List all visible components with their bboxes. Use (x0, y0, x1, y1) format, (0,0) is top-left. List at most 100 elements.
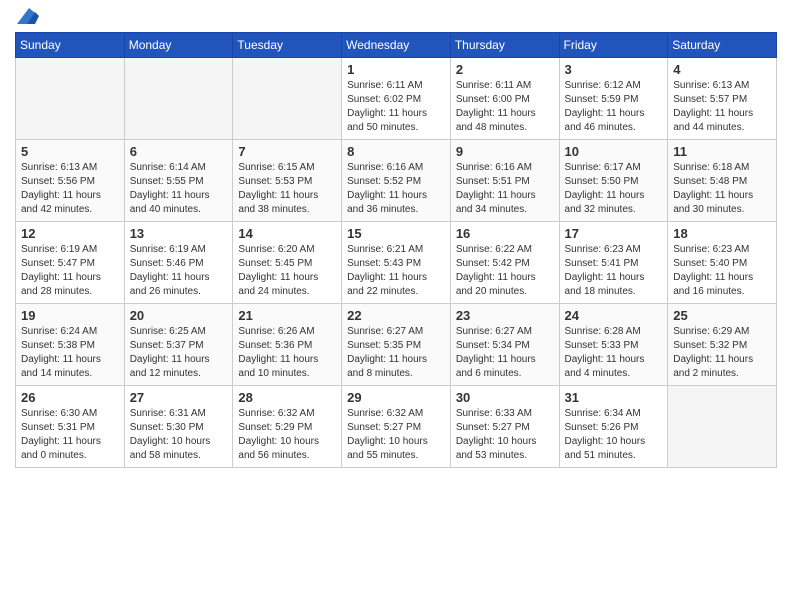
day-number: 14 (238, 226, 336, 241)
day-info: Sunrise: 6:33 AM Sunset: 5:27 PM Dayligh… (456, 407, 554, 463)
day-info: Sunrise: 6:24 AM Sunset: 5:38 PM Dayligh… (21, 325, 119, 381)
day-info: Sunrise: 6:14 AM Sunset: 5:55 PM Dayligh… (130, 161, 228, 217)
day-info: Sunrise: 6:11 AM Sunset: 6:02 PM Dayligh… (347, 79, 445, 135)
day-info: Sunrise: 6:23 AM Sunset: 5:40 PM Dayligh… (673, 243, 771, 299)
day-number: 6 (130, 144, 228, 159)
calendar-day-11: 11 Sunrise: 6:18 AM Sunset: 5:48 PM Dayli… (668, 140, 777, 222)
calendar-day-13: 13 Sunrise: 6:19 AM Sunset: 5:46 PM Dayli… (124, 222, 233, 304)
day-number: 18 (673, 226, 771, 241)
calendar-week-3: 12 Sunrise: 6:19 AM Sunset: 5:47 PM Dayli… (16, 222, 777, 304)
day-info: Sunrise: 6:11 AM Sunset: 6:00 PM Dayligh… (456, 79, 554, 135)
col-header-friday: Friday (559, 33, 668, 58)
day-info: Sunrise: 6:32 AM Sunset: 5:29 PM Dayligh… (238, 407, 336, 463)
day-number: 10 (565, 144, 663, 159)
page-container: SundayMondayTuesdayWednesdayThursdayFrid… (0, 0, 792, 478)
day-number: 13 (130, 226, 228, 241)
calendar-day-23: 23Sunrise: 6:27 AM Sunset: 5:34 PM Dayli… (450, 304, 559, 386)
calendar-empty (16, 58, 125, 140)
calendar-day-1: 1 Sunrise: 6:11 AM Sunset: 6:02 PM Daylig… (342, 58, 451, 140)
calendar-day-5: 5Sunrise: 6:13 AM Sunset: 5:56 PM Daylig… (16, 140, 125, 222)
calendar-header-row: SundayMondayTuesdayWednesdayThursdayFrid… (16, 33, 777, 58)
day-number: 16 (456, 226, 554, 241)
calendar-day-17: 17 Sunrise: 6:23 AM Sunset: 5:41 PM Dayli… (559, 222, 668, 304)
calendar-empty (668, 386, 777, 468)
day-number: 19 (21, 308, 119, 323)
day-info: Sunrise: 6:18 AM Sunset: 5:48 PM Dayligh… (673, 161, 771, 217)
calendar-day-7: 7 Sunrise: 6:15 AM Sunset: 5:53 PM Daylig… (233, 140, 342, 222)
calendar-table: SundayMondayTuesdayWednesdayThursdayFrid… (15, 32, 777, 468)
day-number: 23 (456, 308, 554, 323)
day-number: 8 (347, 144, 445, 159)
day-number: 17 (565, 226, 663, 241)
day-info: Sunrise: 6:13 AM Sunset: 5:57 PM Dayligh… (673, 79, 771, 135)
calendar-day-4: 4 Sunrise: 6:13 AM Sunset: 5:57 PM Daylig… (668, 58, 777, 140)
header (15, 10, 777, 24)
calendar-week-5: 26Sunrise: 6:30 AM Sunset: 5:31 PM Dayli… (16, 386, 777, 468)
day-info: Sunrise: 6:32 AM Sunset: 5:27 PM Dayligh… (347, 407, 445, 463)
calendar-day-27: 27Sunrise: 6:31 AM Sunset: 5:30 PM Dayli… (124, 386, 233, 468)
day-info: Sunrise: 6:26 AM Sunset: 5:36 PM Dayligh… (238, 325, 336, 381)
day-number: 7 (238, 144, 336, 159)
calendar-day-9: 9 Sunrise: 6:16 AM Sunset: 5:51 PM Daylig… (450, 140, 559, 222)
day-info: Sunrise: 6:19 AM Sunset: 5:47 PM Dayligh… (21, 243, 119, 299)
calendar-day-10: 10 Sunrise: 6:17 AM Sunset: 5:50 PM Dayli… (559, 140, 668, 222)
day-info: Sunrise: 6:16 AM Sunset: 5:52 PM Dayligh… (347, 161, 445, 217)
calendar-week-1: 1 Sunrise: 6:11 AM Sunset: 6:02 PM Daylig… (16, 58, 777, 140)
col-header-thursday: Thursday (450, 33, 559, 58)
day-number: 30 (456, 390, 554, 405)
day-info: Sunrise: 6:31 AM Sunset: 5:30 PM Dayligh… (130, 407, 228, 463)
day-number: 4 (673, 62, 771, 77)
calendar-day-25: 25 Sunrise: 6:29 AM Sunset: 5:32 PM Dayli… (668, 304, 777, 386)
calendar-day-14: 14 Sunrise: 6:20 AM Sunset: 5:45 PM Dayli… (233, 222, 342, 304)
day-number: 29 (347, 390, 445, 405)
day-info: Sunrise: 6:17 AM Sunset: 5:50 PM Dayligh… (565, 161, 663, 217)
calendar-day-15: 15 Sunrise: 6:21 AM Sunset: 5:43 PM Dayli… (342, 222, 451, 304)
calendar-day-20: 20 Sunrise: 6:25 AM Sunset: 5:37 PM Dayli… (124, 304, 233, 386)
day-info: Sunrise: 6:13 AM Sunset: 5:56 PM Dayligh… (21, 161, 119, 217)
calendar-day-30: 30 Sunrise: 6:33 AM Sunset: 5:27 PM Dayli… (450, 386, 559, 468)
day-number: 9 (456, 144, 554, 159)
day-number: 11 (673, 144, 771, 159)
calendar-day-22: 22Sunrise: 6:27 AM Sunset: 5:35 PM Dayli… (342, 304, 451, 386)
day-number: 24 (565, 308, 663, 323)
day-number: 28 (238, 390, 336, 405)
calendar-day-29: 29 Sunrise: 6:32 AM Sunset: 5:27 PM Dayli… (342, 386, 451, 468)
day-number: 15 (347, 226, 445, 241)
calendar-week-4: 19 Sunrise: 6:24 AM Sunset: 5:38 PM Dayli… (16, 304, 777, 386)
calendar-day-3: 3 Sunrise: 6:12 AM Sunset: 5:59 PM Daylig… (559, 58, 668, 140)
day-info: Sunrise: 6:29 AM Sunset: 5:32 PM Dayligh… (673, 325, 771, 381)
day-info: Sunrise: 6:12 AM Sunset: 5:59 PM Dayligh… (565, 79, 663, 135)
day-number: 3 (565, 62, 663, 77)
day-number: 21 (238, 308, 336, 323)
day-number: 25 (673, 308, 771, 323)
calendar-empty (233, 58, 342, 140)
day-info: Sunrise: 6:19 AM Sunset: 5:46 PM Dayligh… (130, 243, 228, 299)
day-number: 12 (21, 226, 119, 241)
col-header-saturday: Saturday (668, 33, 777, 58)
day-info: Sunrise: 6:22 AM Sunset: 5:42 PM Dayligh… (456, 243, 554, 299)
calendar-day-19: 19 Sunrise: 6:24 AM Sunset: 5:38 PM Dayli… (16, 304, 125, 386)
col-header-tuesday: Tuesday (233, 33, 342, 58)
day-number: 2 (456, 62, 554, 77)
calendar-day-12: 12 Sunrise: 6:19 AM Sunset: 5:47 PM Dayli… (16, 222, 125, 304)
logo-icon (17, 8, 39, 24)
calendar-day-16: 16 Sunrise: 6:22 AM Sunset: 5:42 PM Dayli… (450, 222, 559, 304)
calendar-day-6: 6 Sunrise: 6:14 AM Sunset: 5:55 PM Daylig… (124, 140, 233, 222)
day-number: 1 (347, 62, 445, 77)
day-info: Sunrise: 6:25 AM Sunset: 5:37 PM Dayligh… (130, 325, 228, 381)
day-info: Sunrise: 6:23 AM Sunset: 5:41 PM Dayligh… (565, 243, 663, 299)
calendar-day-24: 24Sunrise: 6:28 AM Sunset: 5:33 PM Dayli… (559, 304, 668, 386)
calendar-day-26: 26Sunrise: 6:30 AM Sunset: 5:31 PM Dayli… (16, 386, 125, 468)
calendar-day-8: 8 Sunrise: 6:16 AM Sunset: 5:52 PM Daylig… (342, 140, 451, 222)
logo (15, 10, 39, 24)
day-info: Sunrise: 6:15 AM Sunset: 5:53 PM Dayligh… (238, 161, 336, 217)
calendar-day-18: 18 Sunrise: 6:23 AM Sunset: 5:40 PM Dayli… (668, 222, 777, 304)
calendar-day-28: 28 Sunrise: 6:32 AM Sunset: 5:29 PM Dayli… (233, 386, 342, 468)
col-header-wednesday: Wednesday (342, 33, 451, 58)
day-info: Sunrise: 6:20 AM Sunset: 5:45 PM Dayligh… (238, 243, 336, 299)
day-info: Sunrise: 6:16 AM Sunset: 5:51 PM Dayligh… (456, 161, 554, 217)
day-info: Sunrise: 6:21 AM Sunset: 5:43 PM Dayligh… (347, 243, 445, 299)
day-number: 20 (130, 308, 228, 323)
day-info: Sunrise: 6:30 AM Sunset: 5:31 PM Dayligh… (21, 407, 119, 463)
calendar-day-21: 21 Sunrise: 6:26 AM Sunset: 5:36 PM Dayli… (233, 304, 342, 386)
